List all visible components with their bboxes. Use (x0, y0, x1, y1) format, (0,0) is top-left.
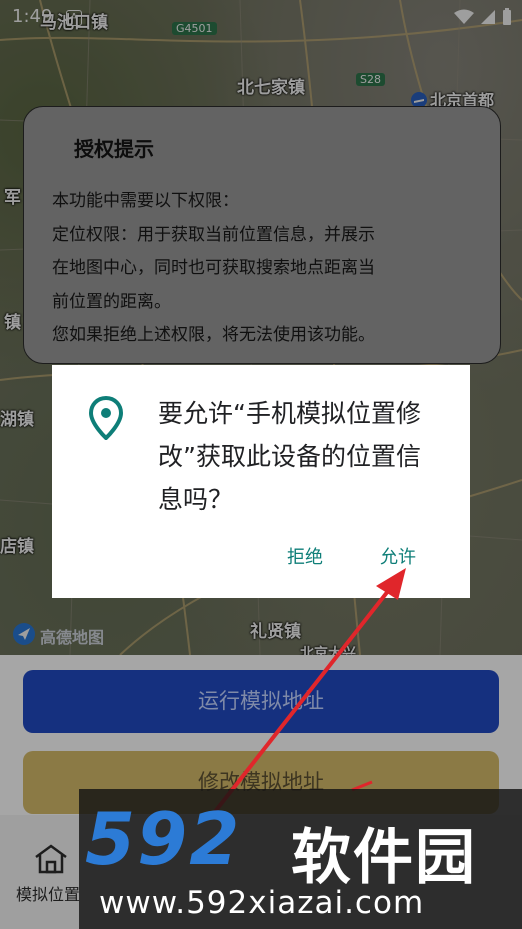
dialog-title: 授权提示 (74, 137, 154, 161)
dialog-line: 前位置的距离。 (52, 291, 171, 312)
watermark-brand: 软件园 (291, 823, 477, 893)
home-icon[interactable] (33, 843, 69, 875)
permission-message: 要允许“手机模拟位置修改”获取此设备的位置信息吗？ (158, 399, 421, 514)
watermark-number: 592 (85, 797, 242, 881)
run-simulated-address-button[interactable]: 运行模拟地址 (23, 670, 499, 733)
dialog-body: 本功能中需要以下权限： 定位权限：用于获取当前位置信息，并展示 在地图中心，同时… (52, 185, 482, 353)
screen: 马池口镇 北七家镇 北京首都 军 镇 湖镇 店镇 礼贤镇 北京大兴 G4501 … (0, 0, 522, 929)
allow-button[interactable]: 允许 (380, 543, 416, 569)
dialog-line: 定位权限：用于获取当前位置信息，并展示 (52, 224, 375, 245)
watermark: 592 软件园 www.592xiazai.com (79, 789, 522, 929)
dialog-line: 您如果拒绝上述权限，将无法使用该功能。 (52, 325, 375, 346)
location-permission-dialog: 要允许“手机模拟位置修改”获取此设备的位置信息吗？ 拒绝 允许 (52, 365, 470, 598)
nav-item-mock-location[interactable]: 模拟位置 (16, 881, 80, 905)
deny-button[interactable]: 拒绝 (287, 543, 323, 569)
dialog-line: 在地图中心，同时也可获取搜索地点距离当 (52, 258, 375, 279)
dialog-line: 本功能中需要以下权限： (52, 191, 239, 211)
watermark-url: www.592xiazai.com (99, 885, 425, 921)
location-pin-icon (89, 396, 123, 440)
authorization-tip-dialog: 授权提示 本功能中需要以下权限： 定位权限：用于获取当前位置信息，并展示 在地图… (23, 106, 501, 364)
